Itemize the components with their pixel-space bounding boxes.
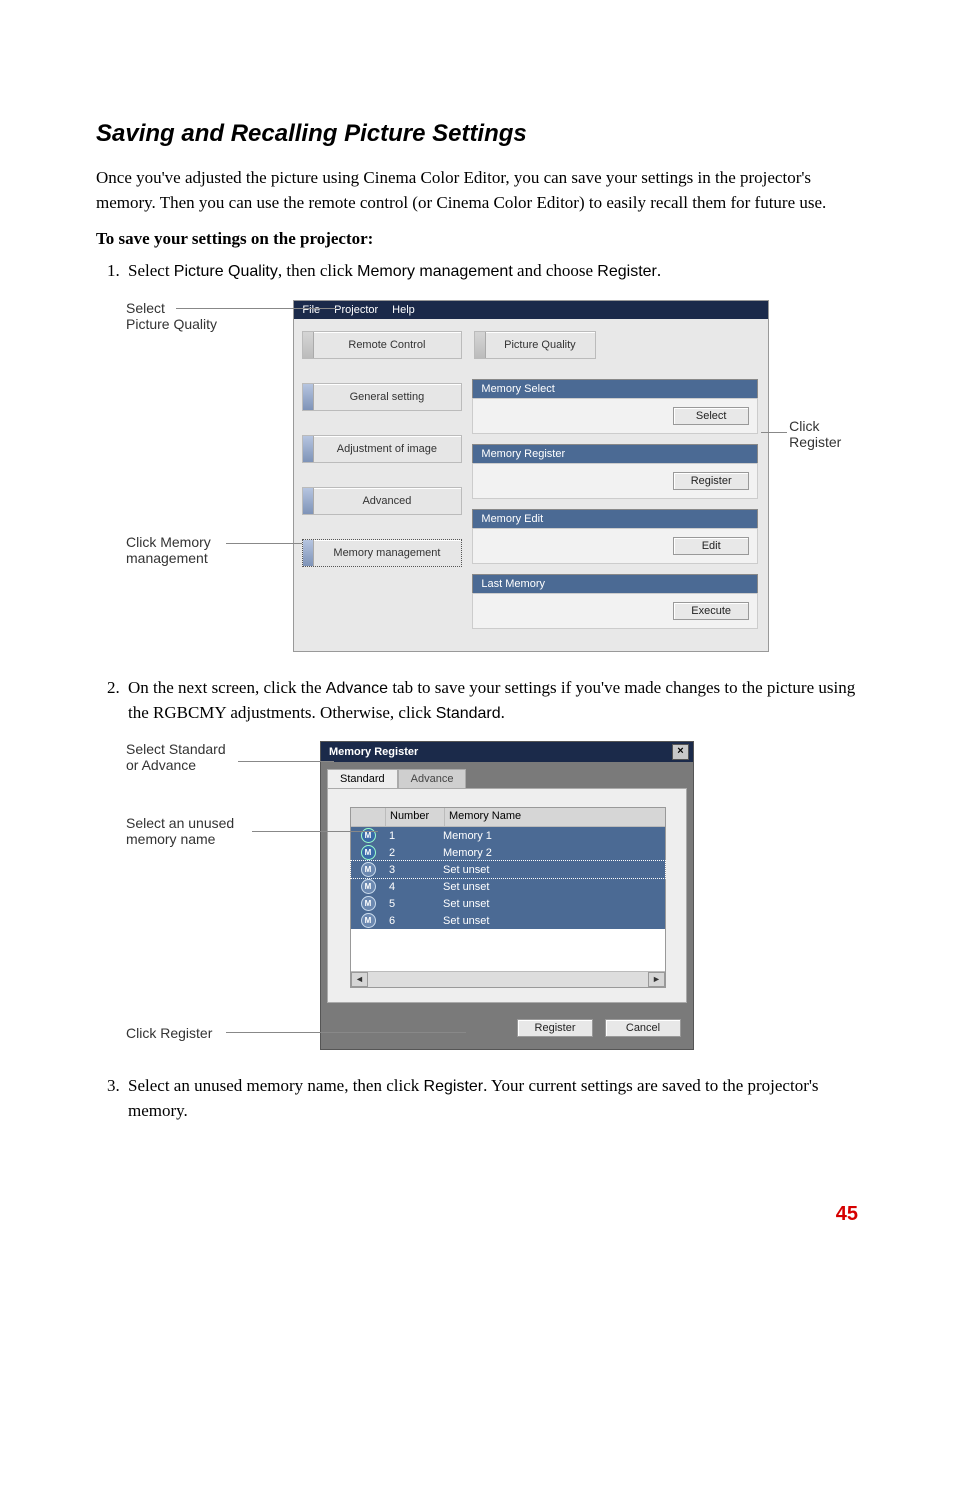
row-number: 1 <box>385 830 439 842</box>
memory-icon: M <box>361 862 376 877</box>
table-row[interactable]: M1Memory 1 <box>351 827 665 844</box>
memory-edit-panel-head: Memory Edit <box>472 509 758 528</box>
row-number: 6 <box>385 915 439 927</box>
general-setting-button[interactable]: General setting <box>302 383 462 411</box>
horizontal-scrollbar[interactable]: ◄ ► <box>351 971 665 987</box>
anno-click-mem-1: Click Click MemoryMemory <box>126 534 211 550</box>
anno-unused-2: memory name <box>126 831 234 847</box>
table-row[interactable]: M3Set unset <box>350 860 666 879</box>
memory-select-panel-head: Memory Select <box>472 379 758 398</box>
row-number: 5 <box>385 898 439 910</box>
menu-help[interactable]: Help <box>392 304 415 316</box>
col-memory-name: Memory Name <box>445 808 665 827</box>
anno-click-reg: Click Register <box>126 1025 212 1041</box>
step-1: Select Picture Quality, then click Memor… <box>124 259 858 284</box>
intro-paragraph: Once you've adjusted the picture using C… <box>96 166 858 215</box>
dialog-title: Memory Register <box>329 746 418 758</box>
dialog-cancel-button[interactable]: Cancel <box>605 1019 681 1037</box>
scroll-right-icon[interactable]: ► <box>648 972 665 987</box>
edit-button[interactable]: Edit <box>673 537 749 555</box>
memory-register-dialog: Memory Register × Standard Advance Numbe… <box>320 741 694 1050</box>
row-name: Set unset <box>439 915 665 927</box>
menu-file[interactable]: File <box>302 304 320 316</box>
table-row[interactable]: M6Set unset <box>351 912 665 929</box>
memory-icon: M <box>361 879 376 894</box>
menu-projector[interactable]: Projector <box>334 304 378 316</box>
memory-table: Number Memory Name M1Memory 1M2Memory 2M… <box>350 807 666 988</box>
dialog-register-button[interactable]: Register <box>517 1019 593 1037</box>
app-window-screenshot-1: File Projector Help Remote Control Gener… <box>293 300 769 652</box>
lead-line: To save your settings on the projector: <box>96 229 858 249</box>
row-name: Memory 1 <box>439 830 665 842</box>
adjustment-of-image-button[interactable]: Adjustment of image <box>302 435 462 463</box>
anno-select-std-2: or Advance <box>126 757 226 773</box>
row-name: Memory 2 <box>439 847 665 859</box>
row-name: Set unset <box>439 864 665 876</box>
table-row[interactable]: M4Set unset <box>351 878 665 895</box>
advanced-button[interactable]: Advanced <box>302 487 462 515</box>
close-icon[interactable]: × <box>672 744 689 760</box>
col-number: Number <box>386 808 445 827</box>
anno-click-mem-2: management <box>126 550 211 566</box>
memory-icon: M <box>361 913 376 928</box>
remote-control-button[interactable]: Remote Control <box>302 331 462 359</box>
memory-register-panel-head: Memory Register <box>472 444 758 463</box>
anno-unused-1: Select an unused <box>126 815 234 831</box>
anno-click-register-2: Register <box>789 434 841 450</box>
step-3: Select an unused memory name, then click… <box>124 1074 858 1123</box>
page-number: 45 <box>0 1179 954 1262</box>
row-number: 3 <box>385 864 439 876</box>
picture-quality-button[interactable]: Picture Quality <box>474 331 596 359</box>
memory-icon: M <box>361 896 376 911</box>
tab-advance[interactable]: Advance <box>398 769 467 788</box>
last-memory-panel-head: Last Memory <box>472 574 758 593</box>
row-name: Set unset <box>439 898 665 910</box>
select-button[interactable]: Select <box>673 407 749 425</box>
row-number: 2 <box>385 847 439 859</box>
scroll-left-icon[interactable]: ◄ <box>351 972 368 987</box>
section-heading: Saving and Recalling Picture Settings <box>96 120 858 148</box>
memory-management-button[interactable]: Memory management <box>302 539 462 567</box>
anno-click-register-1: Click <box>789 418 841 434</box>
table-row[interactable]: M2Memory 2 <box>351 844 665 861</box>
row-name: Set unset <box>439 881 665 893</box>
anno-select-std-1: Select Standard <box>126 741 226 757</box>
row-number: 4 <box>385 881 439 893</box>
anno-select-pq-2: Picture Quality <box>126 316 217 332</box>
tab-standard[interactable]: Standard <box>327 769 398 788</box>
table-row[interactable]: M5Set unset <box>351 895 665 912</box>
register-button[interactable]: Register <box>673 472 749 490</box>
execute-button[interactable]: Execute <box>673 602 749 620</box>
step-2: On the next screen, click the Advance ta… <box>124 676 858 725</box>
memory-icon: M <box>361 845 376 860</box>
